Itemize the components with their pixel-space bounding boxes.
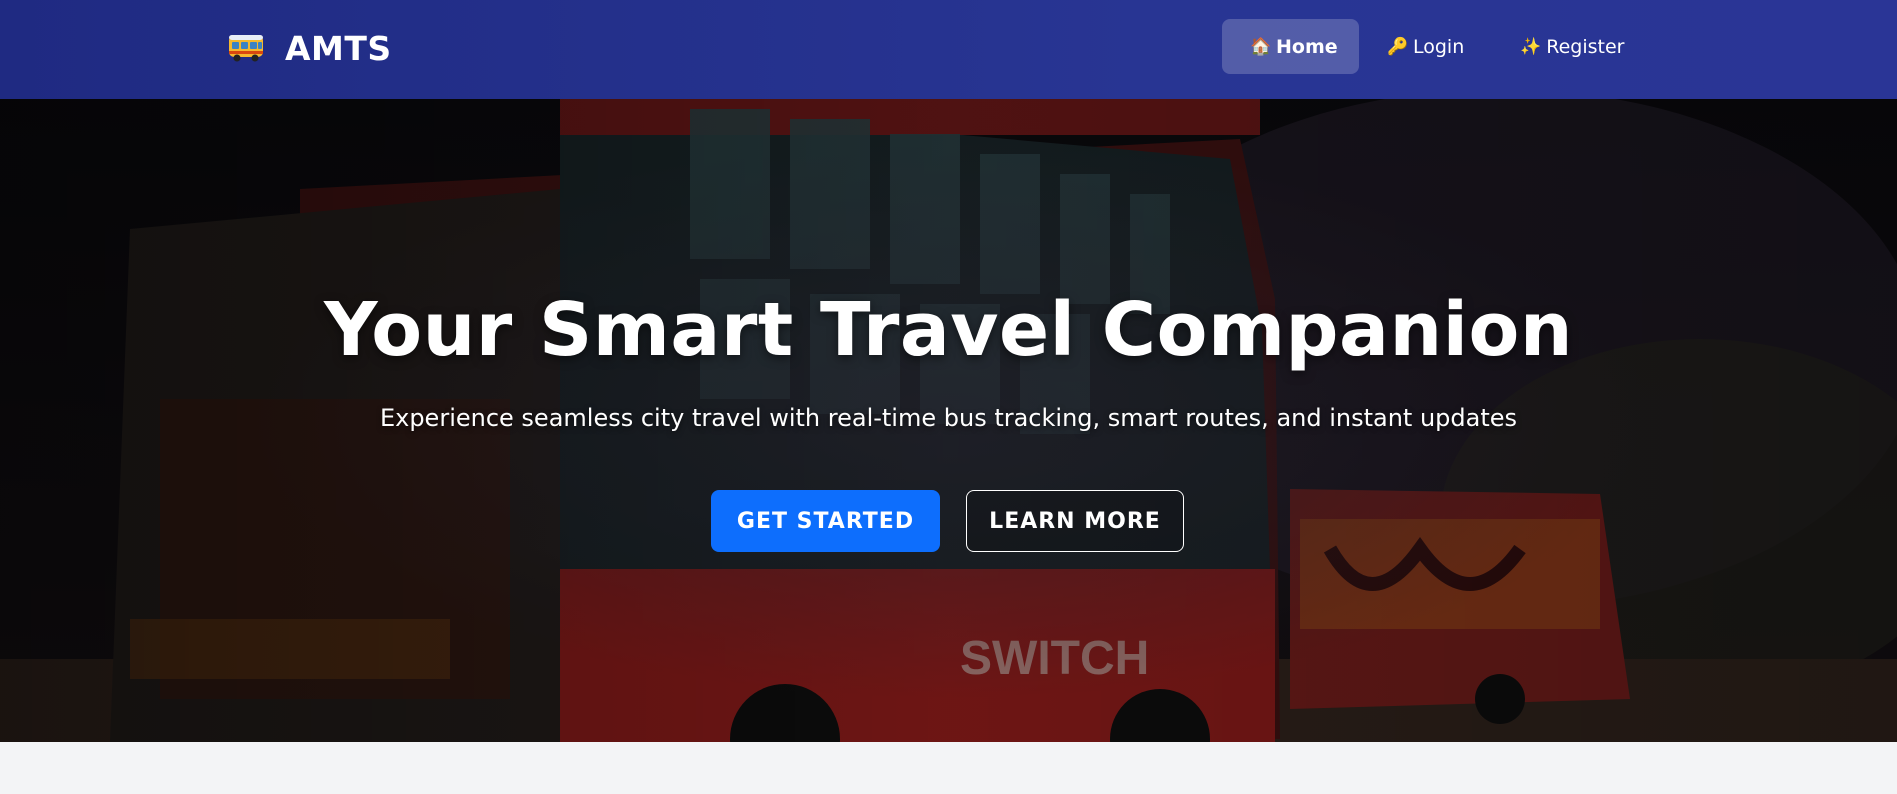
sparkles-icon: ✨ xyxy=(1520,36,1542,57)
navbar: AMTS 🏠 Home 🔑 Login ✨ Register xyxy=(0,0,1897,99)
house-icon: 🏠 xyxy=(1250,36,1272,57)
nav-home-label: Home xyxy=(1276,35,1338,58)
hero-content: Your Smart Travel Companion Experience s… xyxy=(0,99,1897,742)
nav-login-label: Login xyxy=(1413,35,1465,58)
nav-home-link[interactable]: 🏠 Home xyxy=(1222,19,1359,74)
nav-links: 🏠 Home 🔑 Login ✨ Register xyxy=(1222,19,1653,74)
hero-section: SWITCH Your Smart Travel Companion Exper… xyxy=(0,99,1897,742)
hero-subtitle: Experience seamless city travel with rea… xyxy=(379,404,1518,432)
nav-login-link[interactable]: 🔑 Login xyxy=(1359,19,1492,74)
nav-register-label: Register xyxy=(1546,35,1625,58)
brand[interactable]: AMTS xyxy=(227,26,392,70)
brand-name: AMTS xyxy=(285,28,392,68)
nav-register-link[interactable]: ✨ Register xyxy=(1492,19,1652,74)
key-icon: 🔑 xyxy=(1387,36,1409,57)
next-section xyxy=(0,742,1897,794)
learn-more-button[interactable]: LEARN MORE xyxy=(966,490,1184,552)
bus-icon xyxy=(229,35,263,62)
hero-title: Your Smart Travel Companion xyxy=(323,287,1574,373)
get-started-button[interactable]: GET STARTED xyxy=(711,490,940,552)
